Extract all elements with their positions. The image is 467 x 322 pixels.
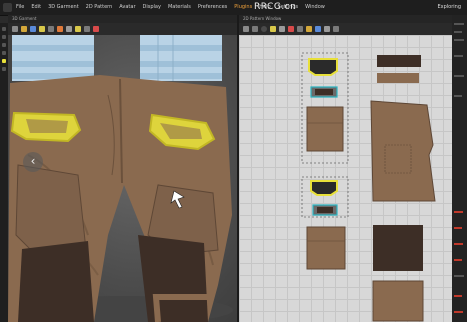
menu-right-label[interactable]: Exploring — [437, 4, 461, 10]
internal-line-icon[interactable] — [333, 26, 339, 32]
segment-sewing-icon[interactable] — [288, 26, 294, 32]
menu-avatar[interactable]: Avatar — [119, 4, 135, 10]
pattern-pocket-bag[interactable] — [306, 106, 344, 152]
pattern-waistband[interactable] — [377, 55, 421, 67]
right-shirt-cuff — [140, 35, 222, 81]
menu-materials[interactable]: Materials — [168, 4, 191, 10]
left-shirt-cuff — [12, 35, 94, 81]
view2d-title-bar: 2D Pattern Window — [239, 15, 452, 23]
edit-point-icon[interactable] — [252, 26, 258, 32]
menu-bar: File Edit 3D Garment 2D Pattern Avatar D… — [0, 0, 467, 16]
simulate-tool-icon[interactable] — [93, 26, 99, 32]
texture-edit-icon[interactable] — [306, 26, 312, 32]
property-row-highlight[interactable] — [454, 311, 463, 313]
pattern-pocket-bag[interactable] — [306, 226, 346, 270]
menu-display[interactable]: Display — [143, 4, 161, 10]
trace-tool-icon[interactable] — [324, 26, 330, 32]
property-row-highlight[interactable] — [454, 211, 463, 213]
pattern-waistband-facing[interactable] — [377, 73, 419, 83]
property-row[interactable] — [454, 55, 463, 57]
view2d-title: 2D Pattern Window — [243, 16, 282, 21]
menu-plugins[interactable]: Plugins — [234, 4, 252, 10]
2d-pattern-viewport[interactable] — [239, 35, 452, 322]
strip-tool-icon[interactable] — [2, 67, 6, 71]
menu-2d-pattern[interactable]: 2D Pattern — [86, 4, 113, 10]
menu-3d-garment[interactable]: 3D Garment — [48, 4, 79, 10]
strip-tool-icon[interactable] — [2, 43, 6, 47]
transform-pattern-icon[interactable] — [243, 26, 249, 32]
property-editor-panel — [452, 15, 467, 322]
property-row[interactable] — [454, 75, 464, 77]
grain-line-icon[interactable] — [315, 26, 321, 32]
property-row[interactable] — [454, 275, 464, 277]
property-row-highlight[interactable] — [454, 227, 462, 229]
pattern-knee-patch[interactable] — [373, 225, 423, 271]
menu-window[interactable]: Window — [305, 4, 325, 10]
free-sewing-icon[interactable] — [297, 26, 303, 32]
property-row-highlight[interactable] — [454, 243, 463, 245]
view3d-title: 3D Garment — [12, 16, 37, 21]
property-row-highlight[interactable] — [454, 295, 462, 297]
garment-3d-render — [8, 35, 233, 322]
brand-watermark: RRCG.cn — [254, 2, 297, 12]
pin-tool-icon[interactable] — [30, 26, 36, 32]
add-point-icon[interactable] — [261, 26, 267, 32]
pattern-hem-panel[interactable] — [372, 280, 424, 322]
fold-tool-icon[interactable] — [39, 26, 45, 32]
strip-tool-icon[interactable] — [2, 27, 6, 31]
property-row[interactable] — [454, 39, 464, 41]
rectangle-tool-icon[interactable] — [270, 26, 276, 32]
button-tool-icon[interactable] — [66, 26, 72, 32]
pattern-2d-canvas — [301, 52, 436, 322]
strip-tool-icon[interactable] — [2, 59, 6, 63]
carousel-prev-button[interactable]: ‹ — [23, 152, 43, 172]
property-row[interactable] — [454, 23, 464, 25]
strip-tool-icon[interactable] — [2, 51, 6, 55]
zipper-tool-icon[interactable] — [75, 26, 81, 32]
left-knee-panel — [18, 241, 94, 322]
menu-file[interactable]: File — [16, 4, 24, 10]
brush-tool-icon[interactable] — [57, 26, 63, 32]
measure-tool-icon[interactable] — [48, 26, 54, 32]
pattern-flap-bottom[interactable] — [310, 180, 338, 196]
strip-tool-icon[interactable] — [2, 35, 6, 39]
menu-preferences[interactable]: Preferences — [198, 4, 227, 10]
property-row[interactable] — [454, 95, 462, 97]
select-tool-icon[interactable] — [12, 26, 18, 32]
move-tool-icon[interactable] — [21, 26, 27, 32]
menu-edit[interactable]: Edit — [31, 4, 41, 10]
left-tool-strip — [0, 23, 8, 322]
property-row[interactable] — [454, 31, 462, 33]
pattern-flap-top[interactable] — [308, 58, 338, 76]
3d-garment-viewport[interactable] — [8, 35, 237, 322]
pattern-side-panel[interactable] — [370, 100, 436, 202]
pattern-flap-top-lining[interactable] — [310, 86, 338, 98]
topstitch-tool-icon[interactable] — [84, 26, 90, 32]
property-row-highlight[interactable] — [454, 259, 462, 261]
app-logo-icon — [3, 3, 12, 12]
right-knee-panel — [138, 235, 208, 322]
polygon-tool-icon[interactable] — [279, 26, 285, 32]
pattern-flap-bottom-lining[interactable] — [312, 204, 338, 216]
view3d-title-bar: 3D Garment — [8, 15, 237, 23]
